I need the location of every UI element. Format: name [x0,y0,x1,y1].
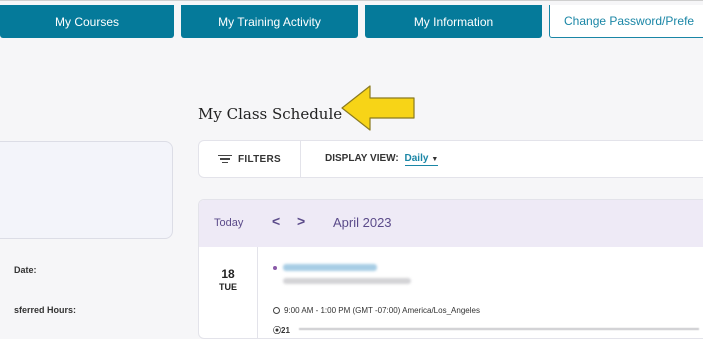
filters-button[interactable]: FILTERS [199,141,301,177]
caret-down-icon: ▼ [431,156,439,163]
day-number: 18 [221,267,235,281]
tab-my-courses[interactable]: My Courses [0,5,174,38]
page-title: My Class Schedule [198,105,343,123]
filters-label: FILTERS [237,153,282,165]
calendar-header: Today < > April 2023 [199,200,703,247]
event-location-text: 21 [281,326,290,335]
display-view-label: DISPLAY VIEW: [325,153,399,164]
day-name: TUE [219,282,237,292]
tab-change-password[interactable]: Change Password/Prefe [549,5,703,38]
calendar-panel: Today < > April 2023 18 TUE 9:00 AM - 1:… [198,199,703,339]
today-button[interactable]: Today [214,217,243,229]
clock-icon [273,307,280,314]
event-location: ⦿21 [273,325,290,336]
calendar-month: April 2023 [333,215,392,230]
left-info-panel [0,141,173,239]
filter-icon [217,153,232,166]
display-view-select[interactable]: Daily ▼ [404,153,439,166]
tab-my-information[interactable]: My Information [365,5,542,38]
location-pin-icon: ⦿ [273,326,281,335]
transferred-hours-label: sferred Hours: [14,305,77,315]
event-title-link[interactable] [283,264,377,271]
event-subtitle [283,278,411,284]
event-time: 9:00 AM - 1:00 PM (GMT -07:00) America/L… [273,306,480,315]
filter-bar: FILTERS DISPLAY VIEW: Daily ▼ [198,140,703,178]
prev-arrow-icon[interactable]: < [272,213,280,229]
day-column: 18 TUE [199,247,258,338]
pointer-arrow-icon [341,85,415,131]
event-time-text: 9:00 AM - 1:00 PM (GMT -07:00) America/L… [284,306,480,315]
top-divider [0,0,703,1]
next-arrow-icon[interactable]: > [297,213,305,229]
main-tab-bar: My Courses My Training Activity My Infor… [0,5,703,38]
date-label: Date: [14,265,37,275]
display-view-value: Daily [404,153,429,164]
display-view-control: DISPLAY VIEW: Daily ▼ [325,153,439,166]
event-location-blur [299,328,699,330]
tab-my-training-activity[interactable]: My Training Activity [181,5,358,38]
event-dot-icon [273,266,277,270]
